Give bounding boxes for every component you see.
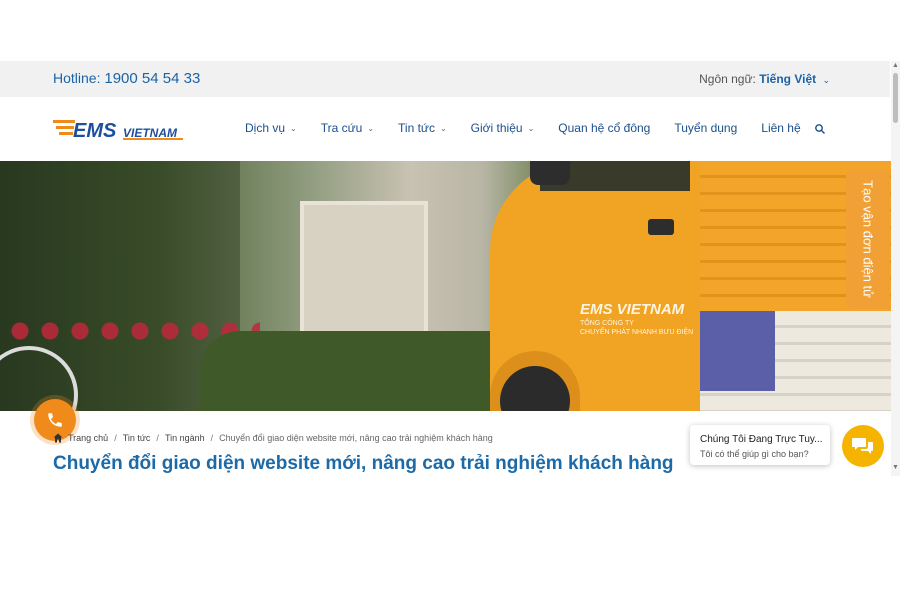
- chat-greeting-box[interactable]: Chúng Tôi Đang Trực Tuy... Tôi có thể gi…: [690, 425, 830, 465]
- language-label: Ngôn ngữ:: [699, 72, 756, 86]
- chevron-down-icon: ⌄: [290, 123, 297, 133]
- logo-text: EMS: [73, 120, 117, 141]
- hero-bushes: [200, 331, 530, 411]
- nav-label: Giới thiệu: [470, 121, 523, 135]
- nav-item-quan-he-co-dong[interactable]: Quan hệ cổ đông: [558, 121, 650, 135]
- breadcrumb-separator: /: [156, 433, 159, 443]
- truck-logo: EMS VIETNAM TỔNG CÔNG TY CHUYỂN PHÁT NHA…: [580, 301, 693, 336]
- truck-logo-line1: TỔNG CÔNG TY: [580, 320, 634, 327]
- language-selector[interactable]: Ngôn ngữ: Tiếng Việt ⌄: [699, 72, 830, 86]
- ems-logo[interactable]: EMS VIETNAM: [53, 117, 185, 141]
- nav-item-gioi-thieu[interactable]: Giới thiệu ⌄: [471, 121, 535, 135]
- main-nav: Dịch vụ ⌄ Tra cứu ⌄ Tin tức ⌄ Giới thiệu…: [245, 121, 825, 135]
- chat-bubbles-icon: [852, 438, 873, 454]
- nav-label: Tra cứu: [320, 121, 363, 135]
- top-bar: Hotline: 1900 54 54 33 Ngôn ngữ: Tiếng V…: [0, 61, 890, 97]
- page-title: Chuyển đổi giao diện website mới, nâng c…: [53, 453, 674, 474]
- chevron-down-icon: ⌄: [822, 75, 830, 85]
- nav-item-tra-cuu[interactable]: Tra cứu ⌄: [321, 121, 374, 135]
- language-value[interactable]: Tiếng Việt: [759, 72, 816, 86]
- phone-icon: [48, 413, 62, 427]
- nav-label: Dịch vụ: [245, 121, 286, 135]
- chevron-down-icon: ⌄: [527, 123, 535, 133]
- nav-label: Quan hệ cổ đông: [558, 121, 651, 135]
- search-icon[interactable]: [814, 123, 826, 135]
- breadcrumb: Trang chủ / Tin tức / Tin ngành / Chuyển…: [53, 433, 493, 443]
- breadcrumb-separator: /: [114, 433, 117, 443]
- truck-door-handle: [648, 219, 674, 235]
- breadcrumb-separator: /: [210, 433, 214, 443]
- scroll-thumb[interactable]: [893, 73, 898, 123]
- chevron-down-icon: ⌄: [439, 123, 447, 133]
- breadcrumb-home[interactable]: Trang chủ: [68, 433, 108, 443]
- create-waybill-label: Tạo vận đơn điện tử: [860, 180, 876, 298]
- breadcrumb-news[interactable]: Tin tức: [123, 433, 151, 443]
- nav-label: Tuyển dụng: [674, 121, 738, 135]
- truck-mirror: [530, 161, 570, 185]
- chat-subtitle: Tôi có thể giúp gì cho bạn?: [700, 449, 809, 459]
- page-scrollbar[interactable]: ▲ ▼: [891, 61, 900, 476]
- nav-item-lien-he[interactable]: Liên hệ: [761, 121, 800, 135]
- logo-sub: VIETNAM: [123, 126, 178, 140]
- chevron-down-icon: ⌄: [367, 123, 375, 133]
- breadcrumb-current: Chuyển đổi giao diện website mới, nâng c…: [219, 433, 493, 443]
- hotline[interactable]: Hotline: 1900 54 54 33: [53, 70, 200, 87]
- nav-item-tuyen-dung[interactable]: Tuyển dụng: [674, 121, 737, 135]
- hero-banner: EMS VIETNAM TỔNG CÔNG TY CHUYỂN PHÁT NHA…: [0, 161, 892, 411]
- nav-item-tin-tuc[interactable]: Tin tức ⌄: [398, 121, 447, 135]
- hero-house-window: [300, 201, 428, 339]
- hotline-label: Hotline:: [53, 70, 101, 86]
- chat-title: Chúng Tôi Đang Trực Tuy...: [700, 434, 823, 445]
- hotline-number[interactable]: 1900 54 54 33: [104, 70, 200, 87]
- nav-item-dich-vu[interactable]: Dịch vụ ⌄: [245, 121, 297, 135]
- truck-logo-main: EMS VIETNAM: [580, 301, 685, 318]
- breadcrumb-industry-news[interactable]: Tin ngành: [165, 433, 205, 443]
- home-icon: [53, 433, 63, 443]
- nav-label: Liên hệ: [761, 121, 801, 135]
- truck-logo-line2: CHUYỂN PHÁT NHANH BƯU ĐIỆN: [580, 329, 694, 336]
- scroll-down-arrow-icon[interactable]: ▼: [892, 464, 899, 471]
- create-waybill-tab[interactable]: Tạo vận đơn điện tử: [846, 169, 890, 309]
- scroll-up-arrow-icon[interactable]: ▲: [892, 62, 899, 69]
- chat-button[interactable]: [842, 425, 884, 467]
- main-header: EMS VIETNAM Dịch vụ ⌄ Tra cứu ⌄ Tin tức …: [0, 97, 890, 161]
- nav-label: Tin tức: [398, 121, 435, 135]
- truck-blue-graphic: [700, 311, 775, 391]
